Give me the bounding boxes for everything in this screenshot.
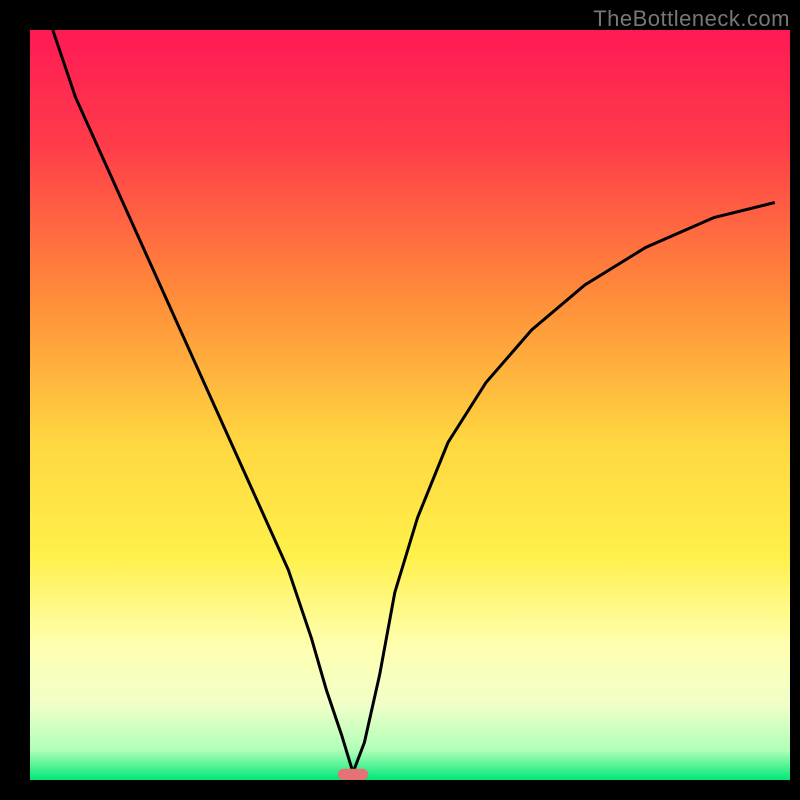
watermark-text: TheBottleneck.com <box>593 6 790 32</box>
optimal-marker <box>338 769 368 780</box>
plot-background <box>30 30 790 780</box>
bottleneck-chart <box>0 0 800 800</box>
chart-container: TheBottleneck.com <box>0 0 800 800</box>
